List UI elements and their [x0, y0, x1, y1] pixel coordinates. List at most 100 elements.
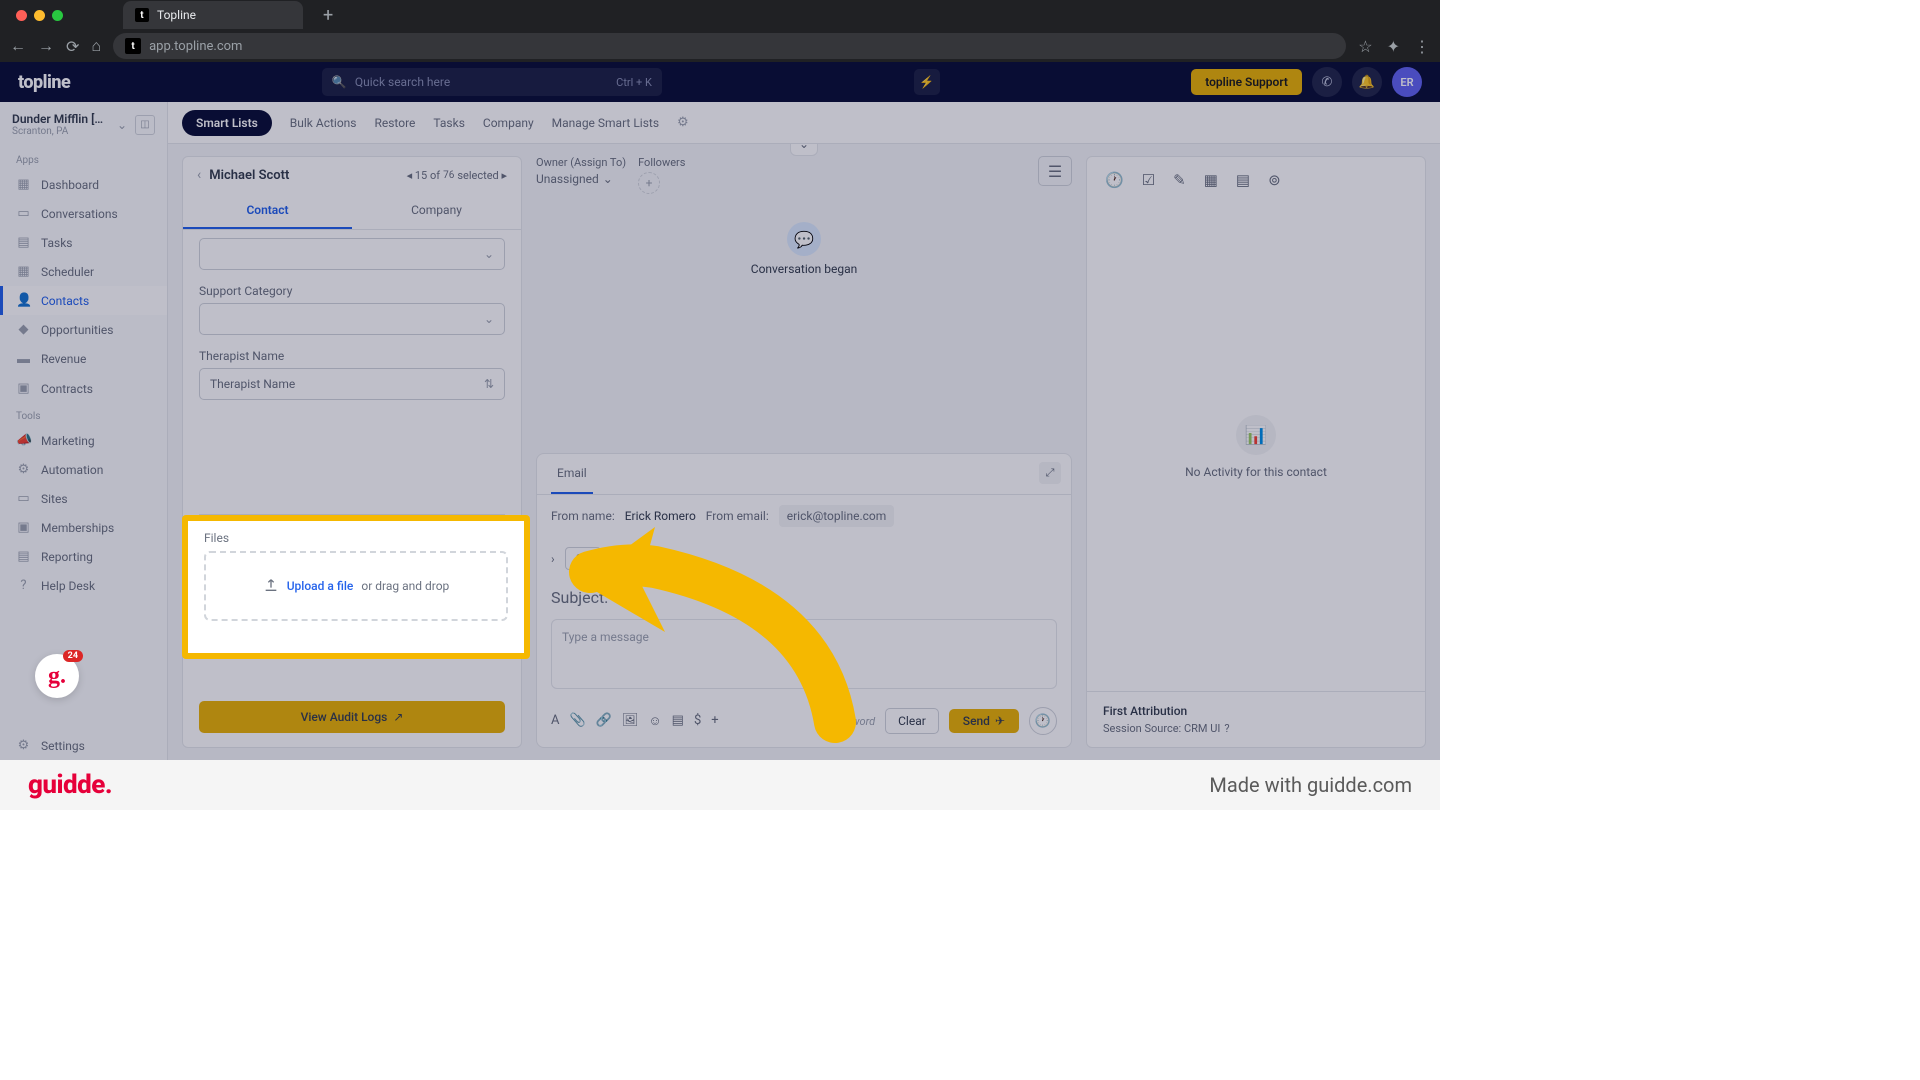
home-icon[interactable]: ⌂ [91, 36, 101, 56]
search-placeholder: Quick search here [355, 75, 450, 89]
tab-restore[interactable]: Restore [374, 116, 415, 130]
link-icon[interactable]: 🔗 [596, 713, 612, 729]
revenue-icon: ▬ [16, 351, 31, 367]
account-picker[interactable]: Dunder Mifflin [D... Scranton, PA ⌄ ◫ [0, 102, 167, 147]
tab-company-inner[interactable]: Company [352, 193, 521, 229]
tab-contact[interactable]: Contact [183, 193, 352, 229]
sidebar-item-sites[interactable]: ▭Sites [0, 484, 167, 513]
close-window-icon[interactable] [16, 10, 27, 21]
conv-began-text: Conversation began [536, 262, 1072, 276]
edit-icon[interactable]: ✎ [1173, 171, 1186, 189]
tab-smart-lists[interactable]: Smart Lists [182, 110, 272, 136]
sidebar-item-contracts[interactable]: ▣Contracts [0, 374, 167, 403]
sidebar-item-automation[interactable]: ⚙Automation [0, 455, 167, 484]
upload-file-link[interactable]: Upload a file [287, 579, 354, 593]
menu-icon[interactable]: ⋮ [1414, 37, 1430, 56]
panel-toggle-icon[interactable]: ◫ [135, 115, 155, 135]
reload-icon[interactable]: ⟳ [66, 37, 79, 56]
user-avatar[interactable]: ER [1392, 67, 1422, 97]
sidebar-item-memberships[interactable]: ▣Memberships [0, 513, 167, 542]
url-input[interactable]: t app.topline.com [113, 33, 1346, 59]
plus-icon[interactable]: + [711, 713, 718, 729]
bcc-button[interactable]: BCC [611, 547, 654, 570]
add-follower-button[interactable]: + [638, 172, 660, 194]
phone-icon[interactable]: ✆ [1312, 67, 1342, 97]
collapse-icon[interactable]: ⤢ [1039, 462, 1061, 484]
email-tab[interactable]: Email [551, 454, 593, 494]
sidebar-item-marketing[interactable]: 📣Marketing [0, 426, 167, 455]
help-icon[interactable]: ? [1224, 722, 1229, 735]
money-icon[interactable]: ⊚ [1268, 171, 1281, 189]
sidebar-item-revenue[interactable]: ▬Revenue [0, 344, 167, 374]
email-composer: Email ⤢ From name: Erick Romero From ema… [536, 453, 1072, 748]
browser-tab[interactable]: t Topline [123, 1, 303, 29]
sidebar-item-scheduler[interactable]: ▦Scheduler [0, 257, 167, 286]
tab-tasks[interactable]: Tasks [433, 116, 465, 130]
forward-icon[interactable]: → [38, 36, 54, 56]
contact-inner-tabs: Contact Company [183, 193, 521, 230]
clock-icon[interactable]: 🕐 [1105, 171, 1124, 189]
global-search[interactable]: 🔍 Quick search here Ctrl + K [322, 68, 662, 96]
tab-company[interactable]: Company [483, 116, 534, 130]
automation-icon: ⚙ [16, 462, 31, 477]
star-icon[interactable]: ☆ [1358, 37, 1372, 56]
bolt-button[interactable]: ⚡ [914, 69, 940, 95]
sidebar-item-settings[interactable]: ⚙Settings [0, 731, 167, 760]
tab-manage[interactable]: Manage Smart Lists [552, 116, 659, 130]
minimize-window-icon[interactable] [34, 10, 45, 21]
contact-pager[interactable]: ◂ 15 of 76 selected ▸ [407, 169, 507, 182]
sidebar-item-tasks[interactable]: ▤Tasks [0, 228, 167, 257]
sidebar-item-reporting[interactable]: ▤Reporting [0, 542, 167, 571]
unnamed-select[interactable]: ⌄ [199, 238, 505, 270]
attribution-box: First Attribution Session Source: CRM UI… [1087, 691, 1425, 747]
support-button[interactable]: topline Support [1191, 69, 1302, 95]
owner-select[interactable]: Unassigned⌄ [536, 172, 626, 186]
guidde-badge-count: 24 [63, 650, 83, 662]
maximize-window-icon[interactable] [52, 10, 63, 21]
template-icon[interactable]: ▤ [672, 713, 684, 729]
sidebar-item-conversations[interactable]: ▭Conversations [0, 199, 167, 228]
attach-icon[interactable]: 📎 [569, 713, 585, 729]
text-format-icon[interactable]: A [551, 713, 559, 729]
send-button[interactable]: Send✈ [949, 709, 1019, 733]
field-unnamed: ⌄ [199, 238, 505, 270]
email-footer: A 📎 🔗 🖼 ☺ ▤ $ + 0 word Clear [537, 699, 1071, 747]
sidebar-item-opportunities[interactable]: ◆Opportunities [0, 315, 167, 344]
extensions-icon[interactable]: ✦ [1387, 37, 1400, 56]
upload-icon [263, 577, 279, 596]
new-tab-button[interactable]: + [323, 5, 333, 26]
expand-chevron-icon[interactable]: ⌄ [790, 144, 818, 156]
calendar-icon[interactable]: ▦ [1204, 171, 1218, 189]
cc-button[interactable]: CC [565, 547, 601, 570]
message-input[interactable]: Type a message [551, 619, 1057, 689]
sidebar-item-contacts[interactable]: 👤Contacts [0, 286, 167, 315]
back-icon[interactable]: ← [10, 36, 26, 56]
filter-button[interactable]: ☰ [1038, 156, 1072, 186]
tab-bulk-actions[interactable]: Bulk Actions [290, 116, 357, 130]
panels-row: ‹ Michael Scott ◂ 15 of 76 selected ▸ Co… [168, 144, 1440, 760]
view-audit-logs-button[interactable]: View Audit Logs ↗ [199, 701, 505, 733]
note-icon[interactable]: ▤ [1236, 171, 1250, 189]
gear-icon[interactable]: ⚙ [677, 115, 689, 130]
schedule-icon[interactable]: 🕐 [1029, 707, 1057, 735]
sidebar-item-helpdesk[interactable]: ?Help Desk [0, 571, 167, 600]
sites-icon: ▭ [16, 491, 31, 506]
guidde-g-icon: g. [48, 663, 66, 690]
bell-icon[interactable]: 🔔 [1352, 67, 1382, 97]
image-icon[interactable]: 🖼 [622, 713, 639, 729]
emoji-icon[interactable]: ☺ [648, 713, 661, 729]
made-with-text: Made with guidde.com [1209, 773, 1412, 797]
back-chevron-icon[interactable]: ‹ [197, 167, 201, 183]
dollar-icon[interactable]: $ [694, 713, 701, 729]
clear-button[interactable]: Clear [885, 708, 939, 734]
guidde-badge[interactable]: g. 24 [35, 654, 79, 698]
therapist-select[interactable]: Therapist Name⇅ [199, 368, 505, 400]
sidebar-item-dashboard[interactable]: ▦Dashboard [0, 170, 167, 199]
main-layout: Dunder Mifflin [D... Scranton, PA ⌄ ◫ Ap… [0, 102, 1440, 760]
file-dropzone[interactable]: Upload a file or drag and drop [204, 551, 508, 621]
check-icon[interactable]: ☑ [1142, 171, 1155, 189]
from-row: From name: Erick Romero From email: eric… [537, 495, 1071, 537]
account-name: Dunder Mifflin [D... [12, 112, 109, 126]
support-category-select[interactable]: ⌄ [199, 303, 505, 335]
files-label: Files [204, 531, 508, 545]
